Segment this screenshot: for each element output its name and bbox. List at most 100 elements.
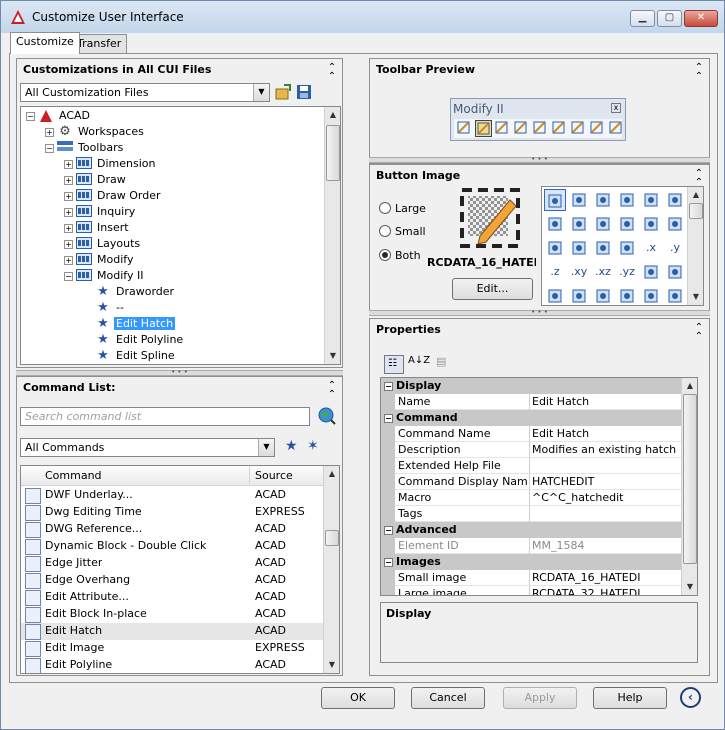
collapse-icon[interactable]: − [45,143,54,153]
tree-node[interactable]: + Draw Order [64,188,163,204]
new-command-plus-icon[interactable]: ✶ [307,438,319,454]
chevron-down-icon[interactable]: ▼ [325,348,340,364]
palette-image-icon[interactable]: .xy [568,261,590,283]
table-row[interactable]: DWF Underlay... ACAD [21,487,323,504]
edit-image-button[interactable]: Edit... [452,278,533,300]
tree-node[interactable]: − Modify II [64,268,145,284]
property-row[interactable]: Command Display Name HATCHEDIT [381,474,681,490]
expand-icon[interactable]: + [64,239,73,249]
property-row[interactable]: Command Name Edit Hatch [381,426,681,442]
collapse-icon[interactable]: − [384,414,393,423]
property-row[interactable]: Description Modifies an existing hatch o… [381,442,681,458]
expand-icon[interactable]: + [64,255,73,265]
save-icon[interactable] [296,84,312,100]
property-group-header[interactable]: − Advanced [381,522,681,538]
palette-image-icon[interactable] [640,261,662,283]
collapse-preview-button[interactable]: ⌃ ⌃ [693,63,705,82]
expand-icon[interactable]: + [45,127,54,137]
table-row[interactable]: Dynamic Block - Double Click ACAD [21,538,323,555]
property-row[interactable]: Small image RCDATA_16_HATEDI [381,570,681,586]
maximize-button[interactable]: ▢ [657,10,682,27]
collapse-dialog-button[interactable]: ‹ [680,687,701,708]
collapse-icon[interactable]: − [384,558,393,567]
tree-node[interactable]: + Dimension [64,156,157,172]
chevron-up-icon[interactable]: ▲ [682,378,697,394]
help-button[interactable]: Help [593,687,667,709]
palette-image-icon[interactable] [592,285,614,305]
collapse-button-image-button[interactable]: ⌃ ⌃ [693,169,705,188]
collapse-icon[interactable]: − [26,111,35,121]
table-row[interactable]: Dwg Editing Time EXPRESS [21,504,323,521]
radio-both[interactable] [379,249,391,261]
palette-image-icon[interactable] [544,237,566,259]
ok-button[interactable]: OK [321,687,395,709]
palette-image-icon[interactable]: .y [664,237,686,259]
palette-image-icon[interactable] [544,213,566,235]
property-value[interactable]: RCDATA_16_HATEDI [532,570,680,586]
collapse-command-panel-button[interactable]: ⌃ ⌃ [326,381,338,400]
radio-large[interactable] [379,202,391,214]
expand-icon[interactable]: + [64,191,73,201]
right-splitter-2[interactable]: • • • [369,309,710,316]
tree-node[interactable]: − Toolbars [45,140,125,156]
property-value[interactable]: Edit Hatch [532,394,680,410]
palette-image-icon[interactable] [568,237,590,259]
scroll-thumb[interactable] [326,125,340,181]
property-value[interactable]: HATCHEDIT [532,474,680,490]
property-value[interactable]: RCDATA_32_HATEDI [532,586,680,595]
tab-customize[interactable]: Customize [10,32,80,54]
tree-node[interactable]: + Insert [64,220,131,236]
table-row[interactable]: Edit Image EXPRESS [21,640,323,657]
palette-image-icon[interactable] [640,213,662,235]
expand-icon[interactable]: + [64,175,73,185]
property-grid-scrollbar[interactable]: ▲ ▼ [681,378,697,595]
chevron-up-icon[interactable]: ▲ [324,466,339,482]
property-group-header[interactable]: − Command [381,410,681,426]
tree-node[interactable]: + Modify [64,252,135,268]
cui-tree-scrollbar[interactable]: ▲ ▼ [324,107,340,364]
palette-image-icon[interactable] [616,285,638,305]
property-group-header[interactable]: − Display [381,378,681,394]
tree-node[interactable]: + Draw [64,172,128,188]
column-header-command[interactable]: Command [45,469,102,482]
column-header-source[interactable]: Source [255,469,293,482]
palette-image-icon[interactable]: .yz [616,261,638,283]
collapse-icon[interactable]: − [384,382,393,391]
table-row[interactable]: Edit Block In-place ACAD [21,606,323,623]
radio-small[interactable] [379,225,391,237]
property-value[interactable]: ^C^C_hatchedit [532,490,680,506]
property-row[interactable]: Large image RCDATA_32_HATEDI [381,586,681,595]
tree-node[interactable]: ★ Edit Polyline [83,332,185,348]
palette-image-icon[interactable] [664,261,686,283]
categorized-view-button[interactable]: ☷ [384,355,404,374]
property-row[interactable]: Name Edit Hatch [381,394,681,410]
tree-node[interactable]: + ⚙ Workspaces [45,124,146,140]
property-row[interactable]: Extended Help File [381,458,681,474]
table-row[interactable]: Edit Polyline ACAD [21,657,323,673]
scroll-thumb[interactable] [683,394,697,564]
tree-node[interactable]: − ACAD [26,108,92,124]
cui-filter-select[interactable]: All Customization Files ▼ [20,83,270,102]
load-partial-cui-icon[interactable] [275,84,292,101]
tree-node[interactable]: + Inquiry [64,204,137,220]
command-search-input[interactable]: Search command list [20,407,310,426]
scroll-thumb[interactable] [689,203,703,219]
expand-icon[interactable]: + [64,207,73,217]
palette-image-icon[interactable]: .z [544,261,566,283]
minimize-button[interactable]: ▁ [630,10,655,27]
palette-image-icon[interactable]: .xz [592,261,614,283]
expand-icon[interactable]: + [64,223,73,233]
palette-image-icon[interactable] [592,237,614,259]
collapse-icon[interactable]: − [64,271,73,281]
table-row[interactable]: DWG Reference... ACAD [21,521,323,538]
palette-image-icon[interactable] [616,213,638,235]
collapse-cui-panel-button[interactable]: ⌃ ⌃ [326,63,338,82]
palette-image-icon[interactable] [544,189,566,211]
tree-node[interactable]: ★ Edit Spline [83,348,177,364]
scroll-thumb[interactable] [325,530,339,546]
collapse-properties-button[interactable]: ⌃ ⌃ [693,323,705,342]
tree-node[interactable]: + Layouts [64,236,142,252]
right-splitter-1[interactable]: • • • [369,156,710,163]
new-command-icon[interactable]: ★ [285,438,298,454]
table-row[interactable]: Edit Hatch ACAD [21,623,323,640]
